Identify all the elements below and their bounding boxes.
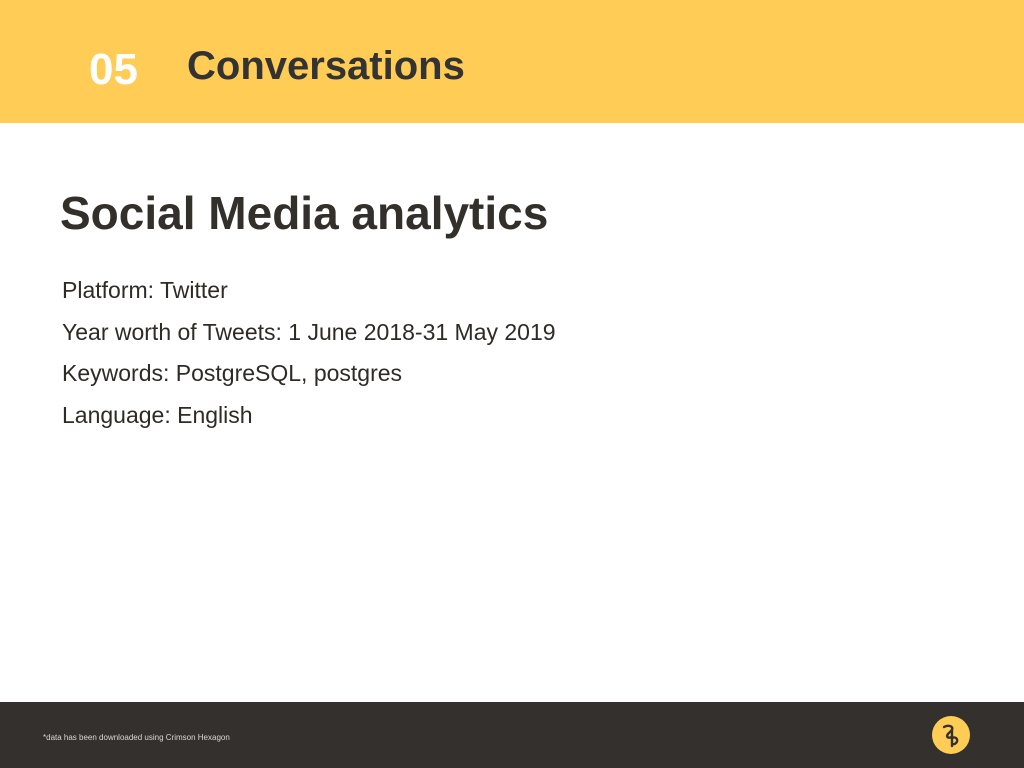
info-item-platform: Platform: Twitter — [62, 277, 228, 303]
logo-icon — [932, 716, 970, 754]
info-list: Platform: Twitter Year worth of Tweets: … — [62, 270, 556, 436]
section-number: 05 — [89, 45, 138, 94]
header-band: 05 Conversations — [0, 0, 1024, 123]
info-item-keywords: Keywords: PostgreSQL, postgres — [62, 360, 403, 386]
slide-title: Social Media analytics — [60, 187, 549, 239]
section-title: Conversations — [187, 44, 465, 88]
slide: 05 Conversations Social Media analytics … — [0, 0, 1024, 768]
info-item-date-range: Year worth of Tweets: 1 June 2018-31 May… — [62, 318, 556, 345]
footnote: *data has been downloaded using Crimson … — [43, 733, 230, 742]
info-item-language: Language: English — [62, 401, 253, 428]
